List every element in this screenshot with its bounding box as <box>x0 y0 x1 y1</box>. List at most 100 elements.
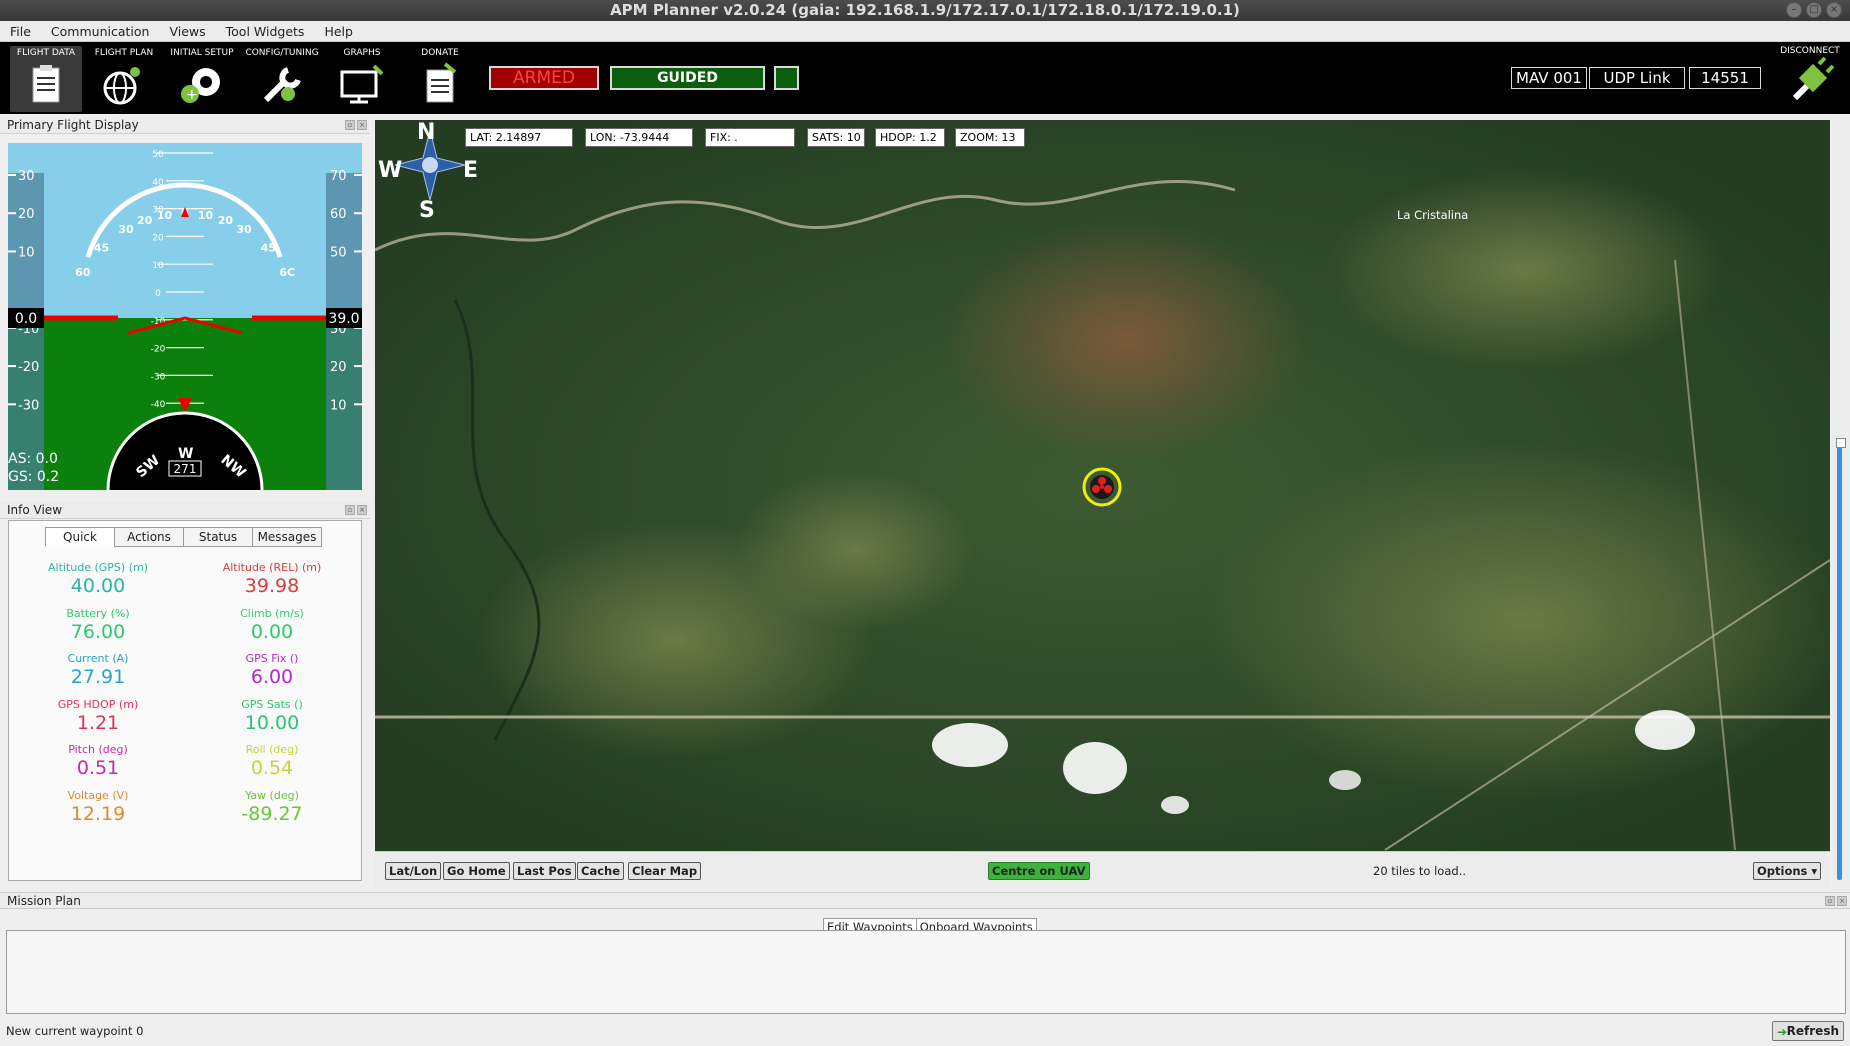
go-home-button[interactable]: Go Home <box>443 862 510 880</box>
status-light <box>774 66 799 90</box>
cache-button[interactable]: Cache <box>577 862 625 880</box>
flight-data-button[interactable]: FLIGHT DATA <box>10 46 82 112</box>
menu-help[interactable]: Help <box>314 21 363 41</box>
undock-icon[interactable]: ▫ <box>345 505 355 515</box>
graphs-button[interactable]: GRAPHS <box>326 46 398 112</box>
clear-map-button[interactable]: Clear Map <box>628 862 702 880</box>
link-port: 14551 <box>1689 67 1761 89</box>
menu-tool-widgets[interactable]: Tool Widgets <box>216 21 315 41</box>
altitude-readout-left: 0.0 <box>15 311 37 327</box>
flight-plan-label: FLIGHT PLAN <box>94 48 154 58</box>
config-tuning-label: CONFIG/TUNING <box>245 48 319 58</box>
config-tuning-button[interactable]: CONFIG/TUNING <box>244 46 320 112</box>
sats-readout: SATS: 10 <box>807 128 865 147</box>
compass-e-label: E <box>463 158 479 183</box>
altitude-readout-right: 39.0 <box>328 311 359 327</box>
info-value-cell[interactable]: Pitch (deg) 0.51 <box>13 743 183 779</box>
tab-messages[interactable]: Messages <box>252 527 322 547</box>
info-value-cell[interactable]: Voltage (V) 12.19 <box>13 789 183 825</box>
pitch-label: 10 <box>152 261 164 271</box>
donate-button[interactable]: DONATE <box>404 46 476 112</box>
info-value-number: 12.19 <box>70 802 126 825</box>
tab-quick[interactable]: Quick <box>45 527 115 547</box>
options-button[interactable]: Options ▾ <box>1753 862 1822 880</box>
uav-marker-icon[interactable] <box>1081 466 1123 512</box>
info-value-cell[interactable]: Altitude (GPS) (m) 40.00 <box>13 561 183 597</box>
tab-actions[interactable]: Actions <box>114 527 184 547</box>
pitch-label: 0 <box>155 289 161 299</box>
maximize-icon[interactable]: □ <box>1806 2 1822 18</box>
map-zoom-scrollbar[interactable] <box>1832 120 1850 890</box>
pitch-label: -40 <box>151 400 166 410</box>
latlon-button[interactable]: Lat/Lon <box>385 862 442 880</box>
place-label: La Cristalina <box>1397 208 1469 222</box>
info-title: Info View <box>7 503 63 517</box>
roll-label: 10 <box>198 209 214 222</box>
close-icon[interactable]: × <box>357 505 367 515</box>
info-value-label: Altitude (REL) (m) <box>222 561 322 574</box>
info-value-cell[interactable]: Altitude (REL) (m) 39.98 <box>187 561 357 597</box>
info-value-cell[interactable]: GPS Sats () 10.00 <box>187 698 357 734</box>
mission-panel-title: Mission Plan ▫ × <box>0 892 1850 909</box>
info-value-label: Pitch (deg) <box>68 743 128 756</box>
compass-w: W <box>178 446 193 462</box>
left-tape-label: 20 <box>18 207 35 222</box>
satellite-map[interactable]: N S W E LAT: 2.14897 LON: -73.9444 FIX: … <box>375 120 1830 851</box>
info-value-label: GPS Sats () <box>241 697 303 711</box>
info-value-cell[interactable]: Yaw (deg) -89.27 <box>187 789 357 825</box>
window-controls: – □ × <box>1786 2 1842 18</box>
info-value-cell[interactable]: Battery (%) 76.00 <box>13 607 183 643</box>
close-icon[interactable]: × <box>1826 2 1842 18</box>
info-value-number: 10.00 <box>244 711 300 734</box>
refresh-icon: ➜ <box>1777 1025 1788 1039</box>
info-value-cell[interactable]: Current (A) 27.91 <box>13 652 183 688</box>
left-tape-label: 10 <box>18 245 35 260</box>
mav-id: MAV 001 <box>1511 67 1587 89</box>
heading-readout: 271 <box>174 462 197 476</box>
info-value-cell[interactable]: GPS HDOP (m) 1.21 <box>13 698 183 734</box>
menu-file[interactable]: File <box>0 21 41 41</box>
disconnect-button[interactable]: DISCONNECT <box>1780 46 1840 109</box>
refresh-button[interactable]: ➜ Refresh <box>1772 1021 1844 1041</box>
info-value-label: GPS HDOP (m) <box>57 697 139 711</box>
mission-plan-area[interactable] <box>6 930 1846 1014</box>
roll-label: 30 <box>118 223 134 236</box>
menu-views[interactable]: Views <box>159 21 215 41</box>
mission-title: Mission Plan <box>7 894 81 908</box>
close-icon[interactable]: × <box>1837 896 1847 906</box>
minimize-icon[interactable]: – <box>1786 2 1802 18</box>
left-tape-label: -30 <box>18 398 39 413</box>
undock-icon[interactable]: ▫ <box>345 120 355 130</box>
flight-plan-button[interactable]: FLIGHT PLAN <box>88 46 160 112</box>
last-pos-button[interactable]: Last Pos <box>513 862 576 880</box>
map-toolbar: Lat/Lon Go Home Last Pos Cache Clear Map… <box>375 851 1830 889</box>
info-value-label: Altitude (GPS) (m) <box>48 561 148 574</box>
roll-label: 60 <box>75 266 91 279</box>
refresh-label: Refresh <box>1786 1024 1839 1038</box>
info-value-number: 1.21 <box>76 711 120 734</box>
close-icon[interactable]: × <box>357 120 367 130</box>
menu-communication[interactable]: Communication <box>41 21 160 41</box>
tab-status[interactable]: Status <box>183 527 253 547</box>
clipboard-icon <box>32 65 60 103</box>
window-title: APM Planner v2.0.24 (gaia: 192.168.1.9/1… <box>0 0 1850 21</box>
info-value-label: Current (A) <box>67 652 129 665</box>
info-view: Quick Actions Status Messages Altitude (… <box>8 520 362 881</box>
monitor-icon <box>340 64 384 104</box>
info-value-cell[interactable]: Roll (deg) 0.54 <box>187 743 357 779</box>
plug-icon <box>1792 56 1835 101</box>
centre-on-uav-button[interactable]: Centre on UAV <box>988 862 1090 880</box>
disconnect-label: DISCONNECT <box>1780 46 1840 56</box>
info-value-cell[interactable]: Climb (m/s) 0.00 <box>187 607 357 643</box>
initial-setup-button[interactable]: INITIAL SETUP + <box>166 46 238 112</box>
right-tape-label: 70 <box>330 169 347 184</box>
zoom-slider-knob[interactable] <box>1836 438 1846 448</box>
info-value-cell[interactable]: GPS Fix () 6.00 <box>187 652 357 688</box>
left-tape-label: -20 <box>18 360 39 375</box>
info-value-number: 0.51 <box>76 757 120 779</box>
info-value-number: -89.27 <box>241 802 303 825</box>
flight-mode-indicator[interactable]: GUIDED <box>610 66 765 90</box>
svg-text:+: + <box>186 87 198 103</box>
undock-icon[interactable]: ▫ <box>1825 896 1835 906</box>
scrollbar-handle[interactable] <box>1837 440 1842 880</box>
